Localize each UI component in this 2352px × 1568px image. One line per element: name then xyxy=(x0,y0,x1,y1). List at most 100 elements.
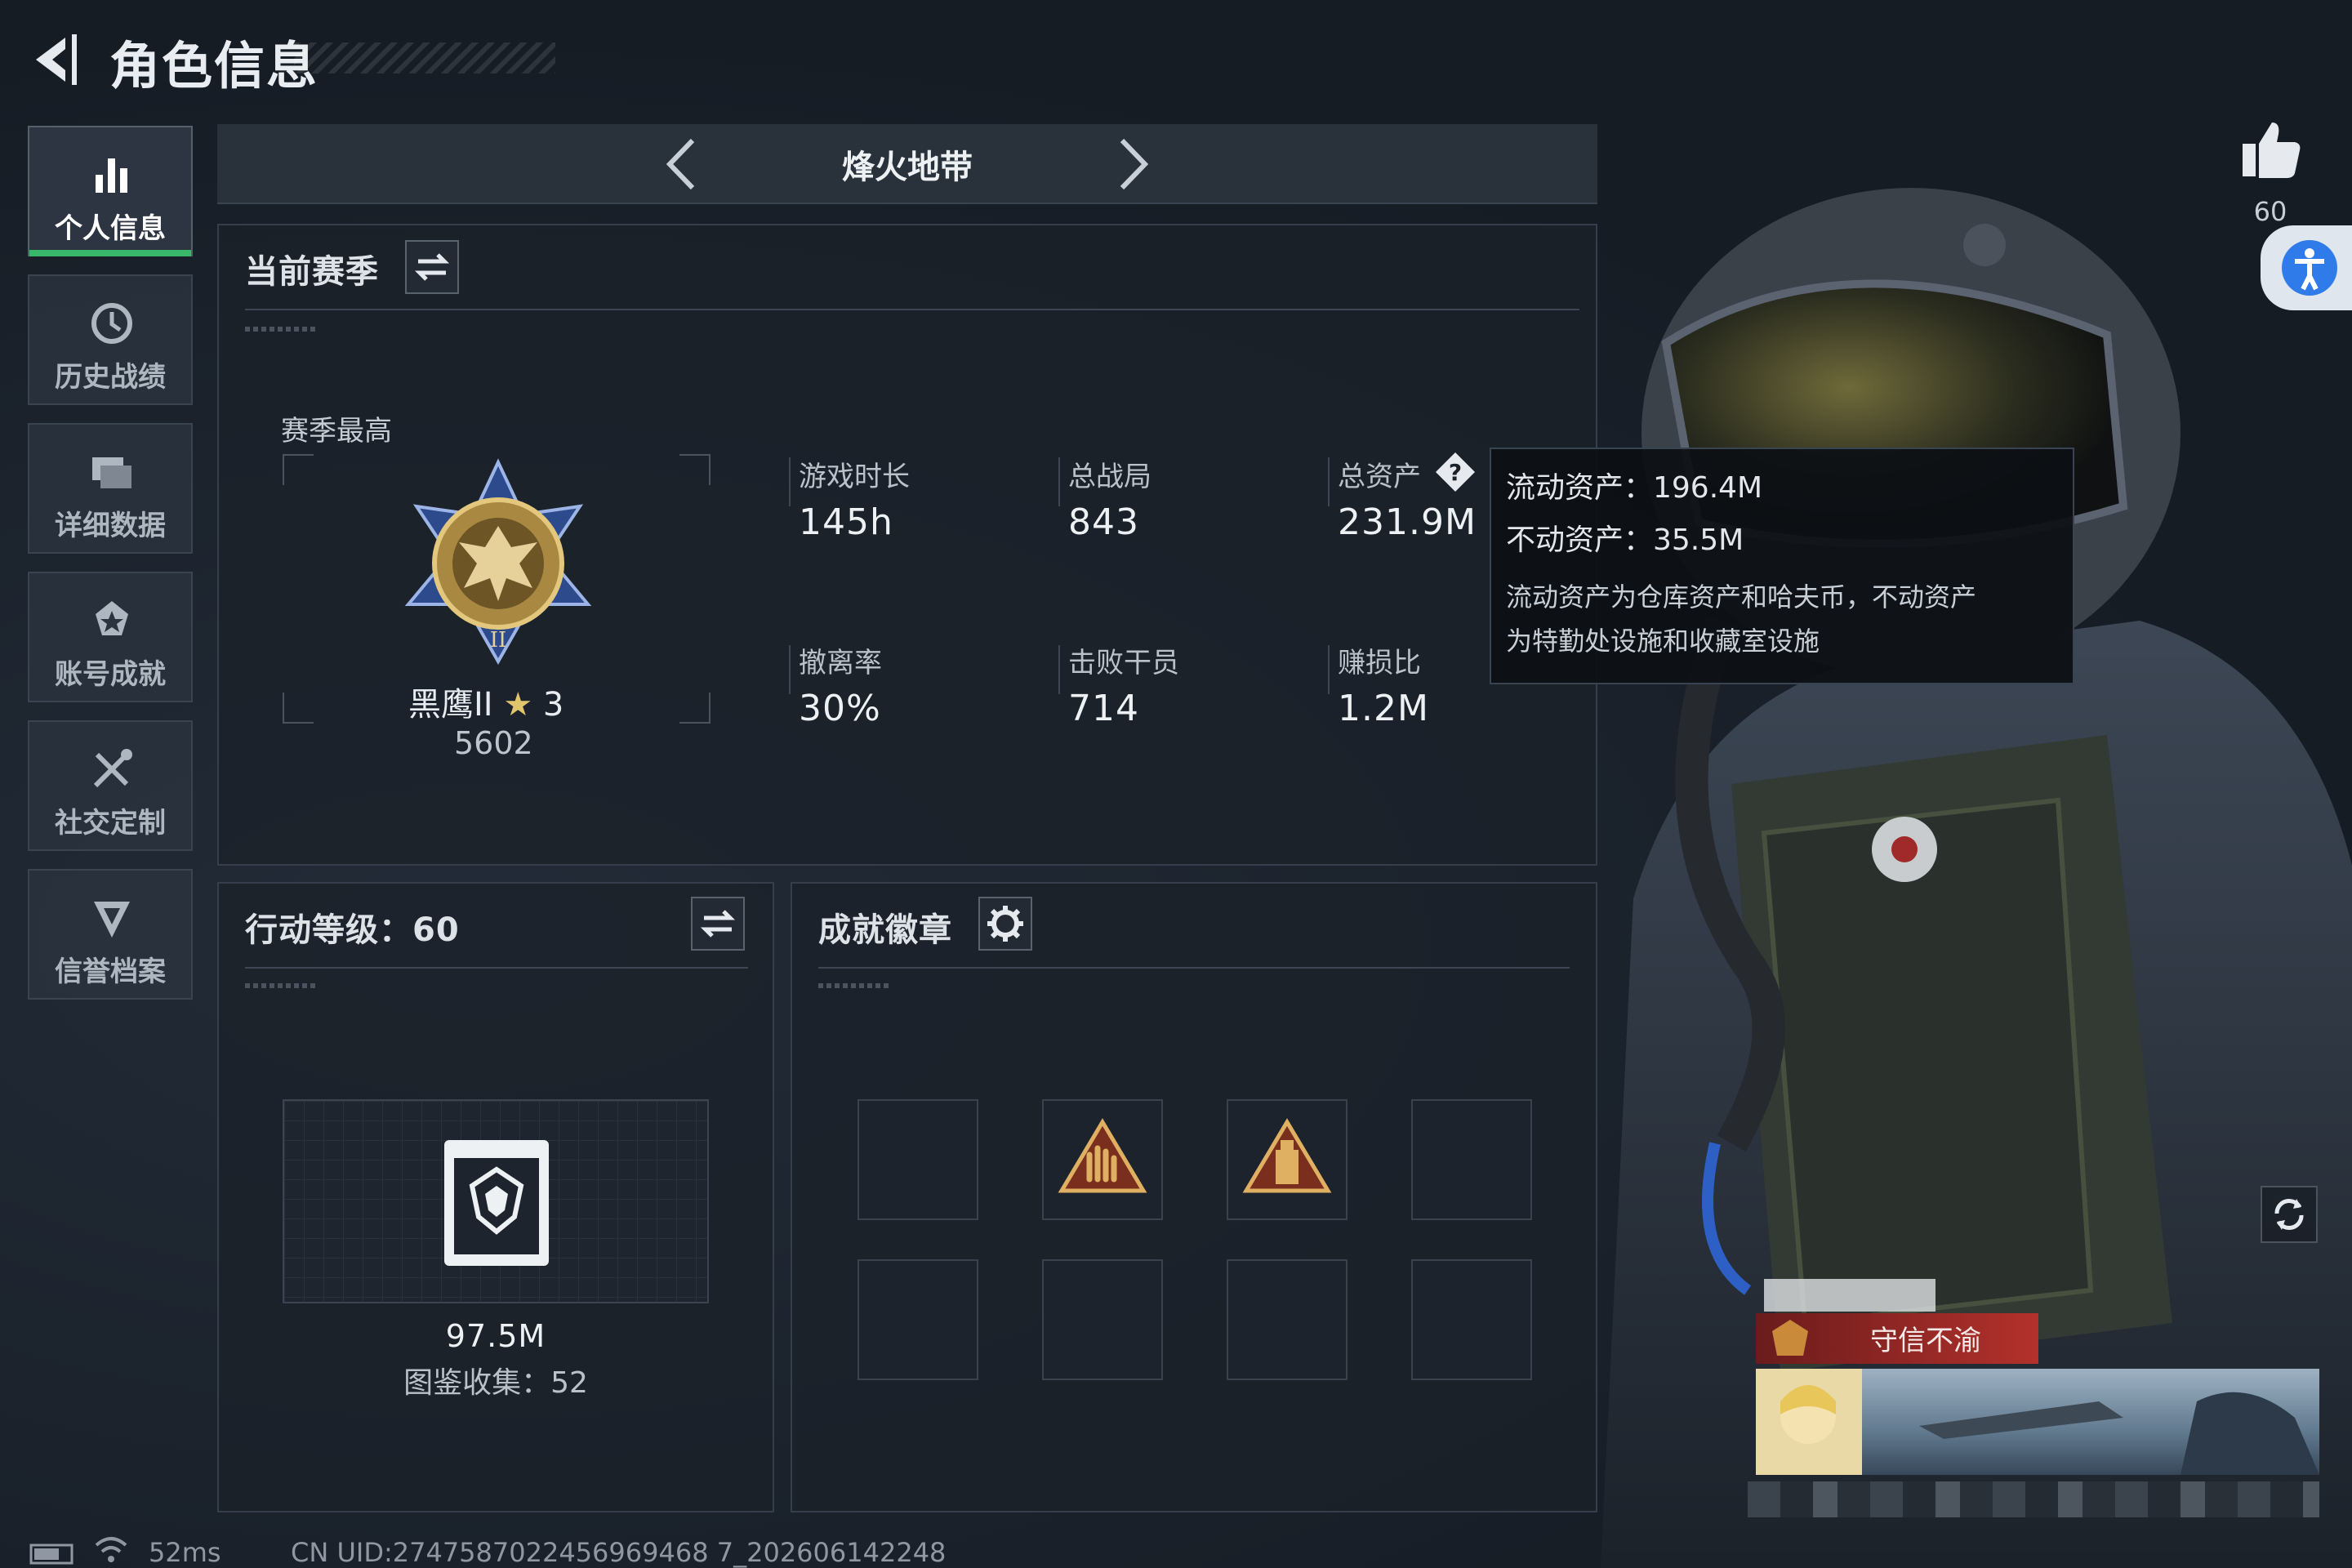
tooltip-description-line1: 流动资产为仓库资产和哈夫币，不动资产 xyxy=(1506,581,1977,612)
thumbs-up-icon[interactable] xyxy=(2236,114,2305,183)
badge-slot-empty[interactable] xyxy=(858,1099,978,1220)
like-count: 60 xyxy=(2253,196,2287,227)
chevron-right-icon[interactable] xyxy=(1107,136,1156,193)
stat-label: 赚损比 xyxy=(1338,647,1421,679)
swap-icon xyxy=(414,253,450,281)
badge-slot-empty[interactable] xyxy=(1042,1259,1163,1380)
sidebar-item-credit[interactable]: 信誉档案 xyxy=(28,869,193,1000)
badge-slot-empty[interactable] xyxy=(1411,1259,1532,1380)
tools-icon xyxy=(93,749,132,788)
divider xyxy=(789,457,791,506)
player-uid: CN UID:2747587022456969468 7_20260614224… xyxy=(291,1537,947,1568)
decoration xyxy=(818,983,892,988)
badge-slot-empty[interactable] xyxy=(1411,1099,1532,1220)
player-name-blurred xyxy=(1764,1279,1936,1312)
page-title: 角色信息 xyxy=(109,36,319,96)
jet-banner xyxy=(1756,1369,2319,1475)
credit-shield-icon xyxy=(94,902,130,938)
tower-badge-icon xyxy=(1242,1118,1332,1193)
stat-value: 30% xyxy=(799,688,881,729)
sidebar-item-label: 历史战绩 xyxy=(55,361,166,394)
stat-value: 1.2M xyxy=(1338,688,1429,729)
chevron-left-icon[interactable] xyxy=(658,136,707,193)
blurred-strip xyxy=(1748,1481,2319,1517)
asset-tooltip: 流动资产：196.4M 不动资产：35.5M 流动资产为仓库资产和哈夫币，不动资… xyxy=(1490,448,2074,684)
divider xyxy=(245,967,748,969)
decoration xyxy=(245,327,318,332)
accessibility-icon xyxy=(2282,240,2337,296)
sidebar-item-label: 账号成就 xyxy=(55,658,166,691)
title-decoration xyxy=(294,42,555,74)
vault-icon xyxy=(444,1140,549,1266)
season-top-label: 赛季最高 xyxy=(281,415,392,448)
svg-text:?: ? xyxy=(1449,459,1462,486)
stat-label: 总资产 xyxy=(1338,461,1421,493)
badge-slot-hand-sign[interactable] xyxy=(1042,1099,1163,1220)
divider xyxy=(1058,645,1060,694)
badge-slot-tower[interactable] xyxy=(1227,1099,1348,1220)
back-arrow-icon[interactable] xyxy=(24,31,82,88)
divider xyxy=(1058,457,1060,506)
stat-label: 撤离率 xyxy=(799,647,882,679)
card-banner-image xyxy=(1756,1369,2319,1475)
season-switch-button[interactable] xyxy=(405,240,459,294)
stat-value: 843 xyxy=(1068,501,1139,543)
refresh-icon xyxy=(2274,1198,2304,1231)
ping-value: 52ms xyxy=(149,1537,221,1568)
badge-slot-empty[interactable] xyxy=(858,1259,978,1380)
sidebar-item-achievements[interactable]: 账号成就 xyxy=(28,572,193,702)
stat-value: 714 xyxy=(1068,688,1139,729)
rank-score: 5602 xyxy=(454,725,533,761)
tooltip-liquid-assets: 流动资产：196.4M xyxy=(1506,471,1763,505)
stat-label: 总战局 xyxy=(1068,461,1152,493)
gear-icon xyxy=(987,906,1023,942)
help-icon[interactable]: ? xyxy=(1432,449,1478,495)
decoration xyxy=(245,983,318,988)
sidebar-item-label: 信誉档案 xyxy=(55,956,166,988)
divider xyxy=(789,645,791,694)
tooltip-fixed-assets: 不动资产：35.5M xyxy=(1506,523,1744,557)
stat-value: 145h xyxy=(799,501,893,543)
mode-title: 烽火地带 xyxy=(842,149,973,186)
data-cards-icon xyxy=(92,457,131,488)
history-clock-icon xyxy=(91,303,132,344)
stat-label: 游戏时长 xyxy=(799,461,910,493)
badges-settings-button[interactable] xyxy=(978,897,1032,951)
mode-selector: 烽火地带 xyxy=(217,124,1597,204)
sidebar-item-label: 详细数据 xyxy=(55,510,166,542)
sidebar-item-social-custom[interactable]: 社交定制 xyxy=(28,720,193,851)
rank-emblem-icon: II xyxy=(404,458,592,666)
tooltip-description-line2: 为特勤处设施和收藏室设施 xyxy=(1506,626,1820,657)
divider xyxy=(245,309,1579,310)
title-emblem-icon xyxy=(1772,1320,1808,1356)
swap-icon xyxy=(700,910,736,938)
bar-chart-icon xyxy=(96,158,127,193)
wifi-icon xyxy=(95,1537,127,1562)
sidebar-item-label: 个人信息 xyxy=(55,212,166,245)
stat-value: 231.9M xyxy=(1338,501,1477,543)
svg-text:II: II xyxy=(490,628,507,653)
badges-title: 成就徽章 xyxy=(818,911,952,949)
battery-icon xyxy=(29,1544,74,1565)
achievement-star-icon xyxy=(96,601,128,635)
divider xyxy=(818,967,1570,969)
stat-label: 击败干员 xyxy=(1068,647,1179,679)
action-level-switch-button[interactable] xyxy=(691,897,745,951)
accessibility-button[interactable] xyxy=(2261,225,2352,310)
sidebar-item-personal-info[interactable]: 个人信息 xyxy=(28,126,193,256)
divider xyxy=(1328,645,1330,694)
divider xyxy=(1328,457,1330,506)
badge-slot-empty[interactable] xyxy=(1227,1259,1348,1380)
season-title: 当前赛季 xyxy=(245,253,379,291)
star-icon: ★ xyxy=(503,686,533,724)
sidebar-item-history[interactable]: 历史战绩 xyxy=(28,274,193,405)
action-level-title: 行动等级：60 xyxy=(245,911,460,949)
card-title: 守信不渝 xyxy=(1870,1325,1981,1357)
collection-value: 97.5M xyxy=(445,1318,546,1354)
rank-name: 黑鹰II ★ 3 xyxy=(408,686,564,724)
sidebar-item-label: 社交定制 xyxy=(55,807,166,840)
collection-count: 图鉴收集：52 xyxy=(403,1366,588,1400)
sidebar-item-detailed-data[interactable]: 详细数据 xyxy=(28,423,193,554)
rotate-model-button[interactable] xyxy=(2261,1186,2318,1243)
hand-sign-badge-icon xyxy=(1058,1118,1147,1193)
